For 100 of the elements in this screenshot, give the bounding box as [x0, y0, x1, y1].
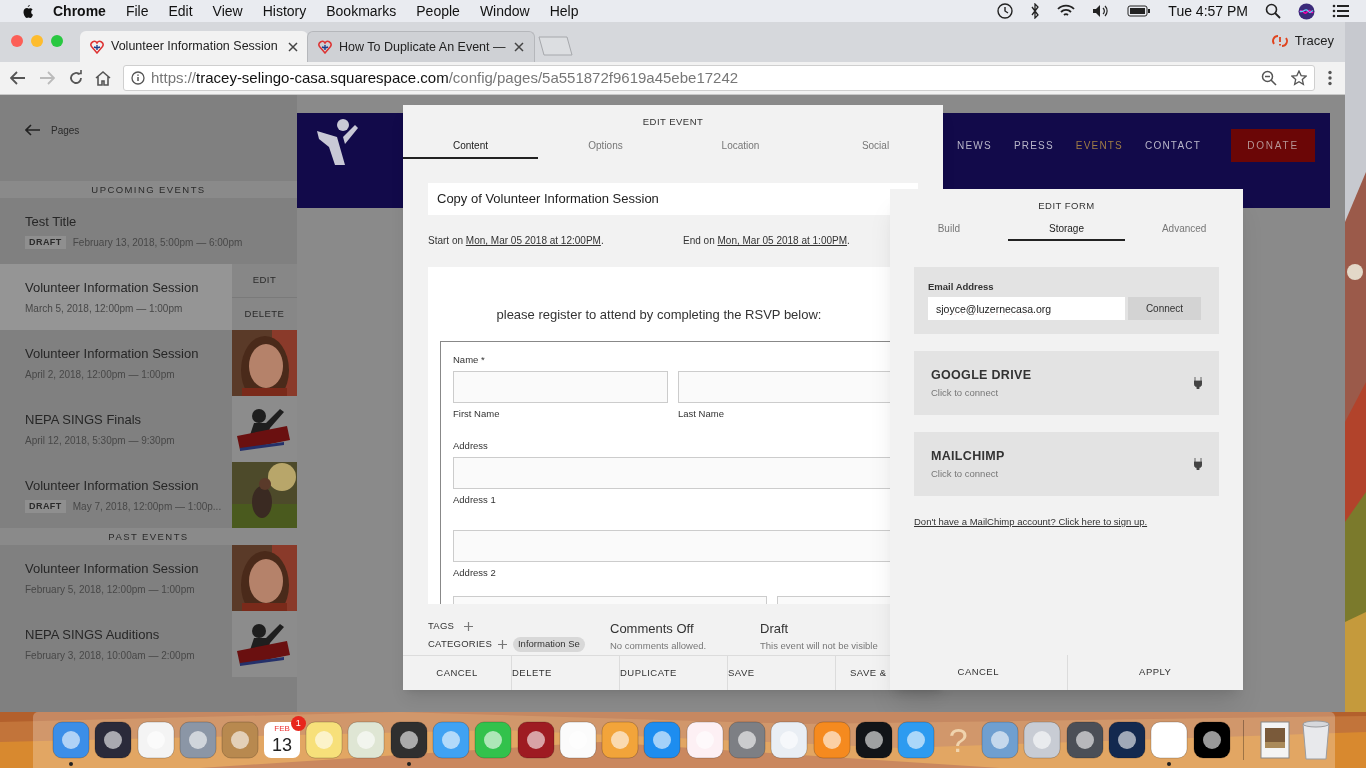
- nav-link[interactable]: NEWS: [957, 138, 992, 153]
- sync-error-icon[interactable]: [1270, 34, 1289, 48]
- panel-button[interactable]: APPLY: [1066, 655, 1243, 690]
- email-field[interactable]: sjoyce@luzernecasa.org: [928, 297, 1125, 321]
- forward-icon[interactable]: [39, 71, 55, 85]
- app-tile-icon[interactable]: [516, 721, 555, 759]
- app-tile-icon[interactable]: [1065, 721, 1104, 759]
- app-tile-icon[interactable]: [431, 721, 470, 759]
- app-tile-icon[interactable]: [474, 721, 513, 759]
- menu-item[interactable]: Bookmarks: [326, 0, 397, 22]
- siri-icon[interactable]: [1298, 2, 1315, 20]
- plus-icon[interactable]: [497, 639, 507, 649]
- menu-icon[interactable]: [1328, 70, 1332, 86]
- app-tile-icon[interactable]: [770, 721, 809, 759]
- panel-button[interactable]: SAVE: [727, 656, 835, 690]
- date-link[interactable]: Mon, Mar 05 2018 at 1:00PM: [717, 235, 847, 246]
- nav-link[interactable]: CONTACT: [1145, 138, 1201, 153]
- app-tile-icon[interactable]: [685, 721, 724, 759]
- search-icon[interactable]: [1265, 3, 1281, 19]
- back-link[interactable]: Pages: [51, 122, 80, 138]
- trash-icon[interactable]: [1301, 720, 1332, 760]
- menu-item[interactable]: Edit: [168, 0, 193, 22]
- back-icon[interactable]: [10, 71, 26, 85]
- app-tile-icon[interactable]: [558, 721, 597, 759]
- app-tile-icon[interactable]: [178, 721, 217, 759]
- first-name-field[interactable]: [453, 370, 668, 403]
- menu-item[interactable]: Help: [549, 0, 579, 22]
- app-tile-icon[interactable]: [221, 721, 260, 759]
- service-card[interactable]: MAILCHIMP Click to connect: [914, 432, 1219, 496]
- menu-item[interactable]: Chrome: [53, 0, 106, 22]
- tab[interactable]: Social: [808, 133, 943, 159]
- app-tile-icon[interactable]: [136, 721, 175, 759]
- app-tile-icon[interactable]: [897, 721, 936, 759]
- browser-tab[interactable]: Volunteer Information Session: [80, 31, 308, 62]
- app-tile-icon[interactable]: [854, 721, 893, 759]
- status-title[interactable]: Draft: [760, 619, 878, 639]
- menu-item[interactable]: View: [212, 0, 243, 22]
- app-tile-icon[interactable]: [1150, 721, 1189, 759]
- plus-icon[interactable]: [464, 621, 474, 631]
- battery-icon[interactable]: [1127, 5, 1152, 17]
- app-tile-icon[interactable]: [94, 721, 133, 759]
- app-tile-icon[interactable]: [812, 721, 851, 759]
- panel-button[interactable]: DELETE: [511, 656, 619, 690]
- wifi-icon[interactable]: [1057, 4, 1076, 18]
- app-tile-icon[interactable]: [52, 721, 90, 759]
- app-tile-icon[interactable]: [389, 721, 428, 759]
- app-tile-icon[interactable]: [347, 721, 386, 759]
- panel-button[interactable]: CANCEL: [403, 656, 511, 690]
- home-icon[interactable]: [95, 70, 111, 86]
- star-icon[interactable]: [1291, 70, 1307, 86]
- event-title: NEPA SINGS Finals: [25, 411, 143, 430]
- donate-button[interactable]: DONATE: [1231, 129, 1315, 162]
- zoom-out-icon[interactable]: [1261, 70, 1277, 86]
- connect-button[interactable]: Connect: [1128, 297, 1201, 321]
- menu-item[interactable]: File: [125, 0, 149, 22]
- app-tile-icon[interactable]: [1108, 721, 1146, 759]
- app-tile-icon[interactable]: [1192, 721, 1231, 759]
- back-arrow-icon[interactable]: [25, 124, 41, 136]
- profile-name[interactable]: Tracey: [1294, 31, 1334, 51]
- app-tile-icon[interactable]: [728, 721, 767, 759]
- time-machine-icon[interactable]: [995, 2, 1014, 20]
- tab[interactable]: Options: [538, 133, 673, 159]
- app-tile-icon[interactable]: [601, 721, 640, 759]
- bluetooth-icon[interactable]: [1030, 3, 1041, 19]
- clock[interactable]: Tue 4:57 PM: [1168, 0, 1248, 22]
- browser-tab[interactable]: How To Duplicate An Event —: [307, 31, 535, 62]
- title-field[interactable]: Copy of Volunteer Information Session: [428, 183, 918, 215]
- service-card[interactable]: GOOGLE DRIVE Click to connect: [914, 351, 1219, 415]
- app-tile-icon[interactable]: [1023, 721, 1062, 759]
- document-stack-icon[interactable]: [1257, 720, 1292, 760]
- close-window-button[interactable]: [11, 35, 23, 47]
- volume-icon[interactable]: [1092, 4, 1111, 18]
- menu-item[interactable]: History: [262, 0, 307, 22]
- event-row[interactable]: Volunteer Information Session March 5, 2018, 12:00pm — 1:00pm EDIT DELETE: [0, 264, 297, 330]
- app-tile-icon[interactable]: [981, 721, 1020, 759]
- row-action-button[interactable]: DELETE: [232, 297, 297, 330]
- date-link[interactable]: Mon, Mar 05 2018 at 12:00PM: [465, 235, 601, 246]
- tab[interactable]: Advanced: [1125, 217, 1243, 241]
- address-field[interactable]: https://tracey-selingo-casa.squarespace.com/config/pages/5a551872f9619a45ebe17242: [123, 65, 1315, 91]
- tab[interactable]: Content: [403, 133, 538, 159]
- tab[interactable]: Location: [673, 133, 808, 159]
- tab[interactable]: Build: [890, 217, 1008, 241]
- menu-item[interactable]: People: [416, 0, 460, 22]
- app-tile-icon[interactable]: [643, 721, 682, 759]
- tab[interactable]: Storage: [1007, 217, 1126, 241]
- info-icon[interactable]: [131, 71, 145, 85]
- app-tile-icon[interactable]: [305, 721, 344, 759]
- panel-button[interactable]: DUPLICATE: [619, 656, 727, 690]
- menu-item[interactable]: Window: [479, 0, 530, 22]
- nav-link[interactable]: PRESS: [1013, 138, 1054, 153]
- nav-link[interactable]: EVENTS: [1075, 138, 1123, 153]
- signup-link[interactable]: Don't have a MailChimp account? Click here to sign up.: [914, 515, 1148, 530]
- reload-icon[interactable]: [68, 70, 84, 86]
- comments-title[interactable]: Comments Off: [610, 619, 760, 639]
- list-icon[interactable]: [1332, 4, 1350, 18]
- last-name-field[interactable]: [678, 370, 893, 403]
- close-icon[interactable]: [288, 41, 298, 52]
- close-icon[interactable]: [514, 42, 524, 52]
- category-tag[interactable]: Information Se: [512, 637, 585, 652]
- row-action-button[interactable]: EDIT: [232, 264, 297, 297]
